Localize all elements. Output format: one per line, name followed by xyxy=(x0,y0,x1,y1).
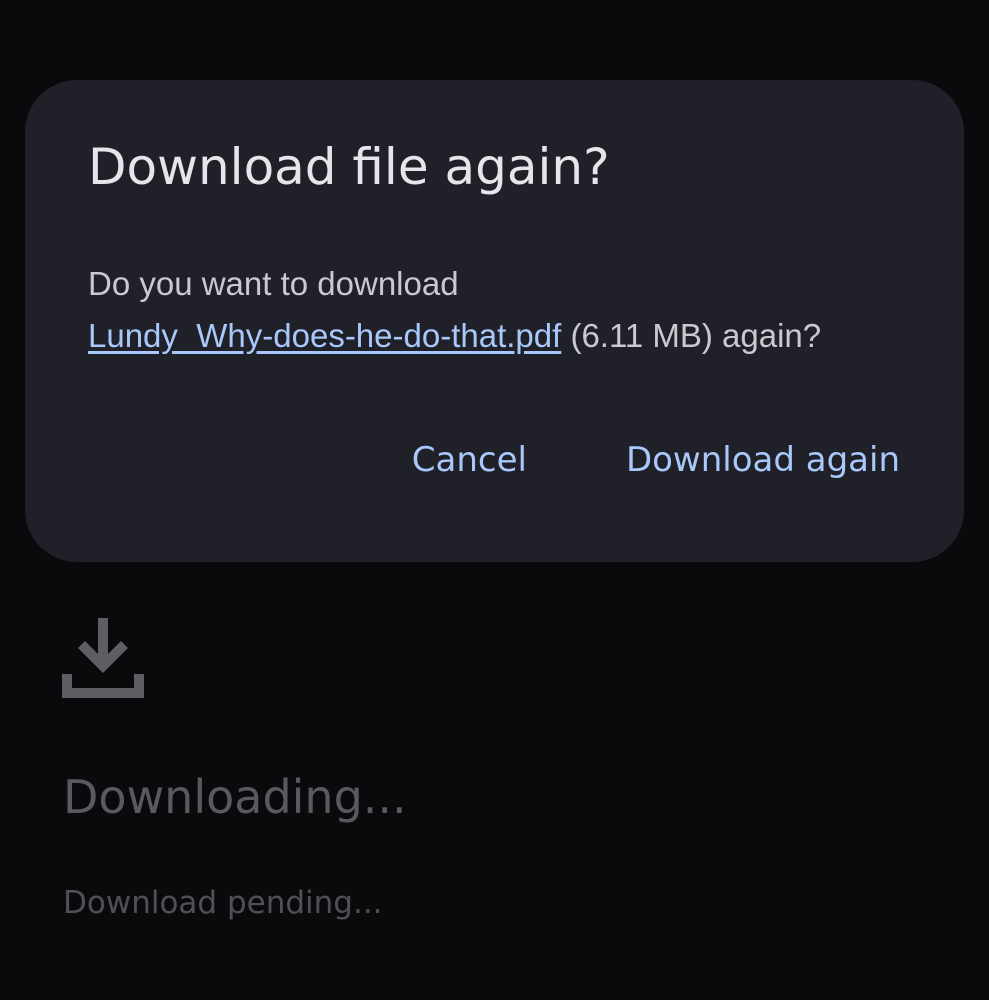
cancel-button[interactable]: Cancel xyxy=(412,432,527,488)
screen: Downloading... Download pending... Downl… xyxy=(0,0,989,1000)
dialog-message-suffix: (6.11 MB) again? xyxy=(561,317,822,354)
download-icon xyxy=(60,616,148,704)
download-status-text: Download pending... xyxy=(63,885,383,921)
download-status-title: Downloading... xyxy=(63,770,407,824)
download-again-dialog: Download file again? Do you want to down… xyxy=(25,80,964,562)
dialog-message-prefix: Do you want to download xyxy=(88,265,459,302)
dialog-title: Download file again? xyxy=(88,138,610,196)
file-name-link[interactable]: Lundy_Why-does-he-do-that.pdf xyxy=(88,317,561,354)
dialog-message: Do you want to download Lundy_Why-does-h… xyxy=(88,258,928,362)
download-again-button[interactable]: Download again xyxy=(626,432,900,488)
dialog-actions: Cancel Download again xyxy=(412,432,900,488)
